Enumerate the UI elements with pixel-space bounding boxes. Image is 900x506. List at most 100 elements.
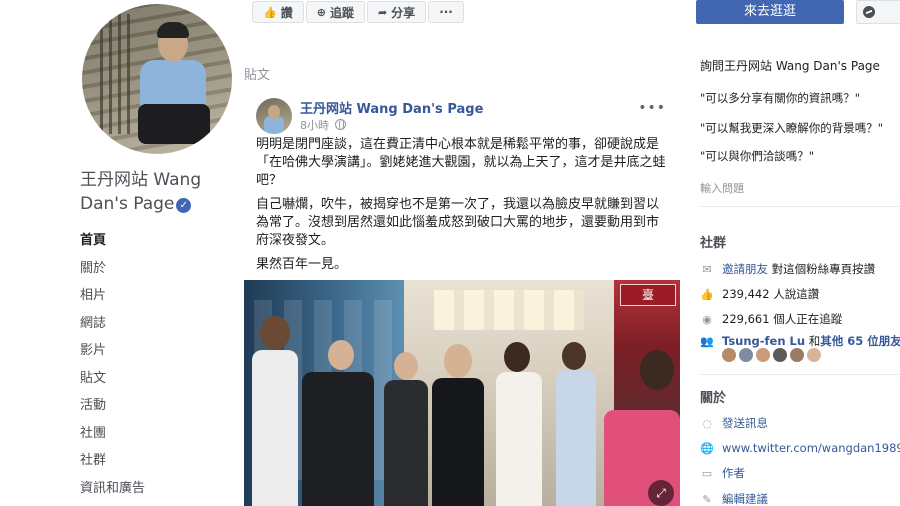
suggested-question[interactable]: "可以多分享有關你的資訊嗎？" [700, 90, 900, 106]
globe-icon [335, 119, 346, 130]
follows-row: ◉ 229,661 個人正在追蹤 [700, 310, 900, 328]
follows-count: 229,661 個人正在追蹤 [722, 312, 843, 326]
nav-item-about[interactable]: 關於 [80, 258, 230, 286]
follow-icon: ⊕ [316, 5, 326, 19]
nav-item-photos[interactable]: 相片 [80, 285, 230, 313]
post-author-name[interactable]: 王丹网站 Wang Dan's Page [300, 98, 483, 117]
friend-avatar[interactable] [807, 348, 821, 362]
more-icon: ··· [439, 5, 453, 19]
post-timestamp[interactable]: 8小時 [300, 117, 346, 133]
divider [700, 374, 900, 375]
share-button-label: 分享 [391, 5, 416, 20]
page-profile-picture[interactable] [82, 4, 232, 154]
website-link[interactable]: www.twitter.com/wangdan1989 [722, 441, 900, 455]
verified-badge-icon: ✓ [176, 198, 192, 213]
category-link[interactable]: 作者 [722, 465, 745, 481]
suggest-edit-link[interactable]: 編輯建議 [722, 491, 768, 506]
photo-railing [100, 14, 130, 134]
page-nav: 首頁 關於 相片 網誌 影片 貼文 活動 社團 社群 資訊和廣告 [80, 230, 230, 505]
pencil-icon: ✎ [702, 492, 712, 506]
friend-avatar[interactable] [773, 348, 787, 362]
ask-page-title: 詢問王丹网站 Wang Dan's Page [700, 59, 880, 73]
nav-item-posts[interactable]: 貼文 [80, 368, 230, 396]
nav-item-videos[interactable]: 影片 [80, 340, 230, 368]
post-paragraph: 果然百年一見。 [256, 257, 348, 272]
send-message-row: ◌ 發送訊息 [700, 414, 900, 432]
messenger-icon [863, 6, 875, 18]
photo-person-hair [157, 22, 189, 38]
post-photo[interactable]: 臺 ⤢ [244, 280, 680, 506]
friend-avatar[interactable] [756, 348, 770, 362]
right-column: 來去逛逛 詢問王丹网站 Wang Dan's Page "可以多分享有關你的資訊… [694, 0, 900, 506]
page-title[interactable]: 王丹网站 Wang Dan's Page ✓ [80, 168, 230, 216]
photo-person-head [444, 344, 472, 378]
about-heading: 關於 [700, 391, 727, 406]
photo-person-head [504, 342, 530, 372]
post-time-text: 8小時 [300, 119, 329, 132]
friend-name-link[interactable]: Tsung-fen Lu [722, 334, 805, 348]
main-column: 👍 讚 ⊕ 追蹤 ➦ 分享 ··· 貼文 王丹网站 Wang Dan's Pag… [244, 0, 680, 506]
send-message-link[interactable]: 發送訊息 [722, 415, 768, 431]
ask-question-input[interactable]: 輸入問題 [700, 180, 896, 196]
thumbs-up-icon: 👍 [700, 287, 714, 301]
other-friends-link[interactable]: 其他 65 位朋友 [820, 334, 900, 348]
photo-store-sign: 臺 [620, 284, 676, 306]
more-options-button[interactable]: ··· [428, 1, 464, 23]
friend-avatar[interactable] [739, 348, 753, 362]
share-button[interactable]: ➦ 分享 [366, 1, 427, 23]
post-author-avatar[interactable] [256, 98, 292, 134]
post-header: 王丹网站 Wang Dan's Page 8小時 ••• [256, 98, 676, 134]
photo-person [496, 372, 542, 506]
photo-person-legs [138, 104, 210, 144]
photo-person-head [394, 352, 418, 380]
invite-friends-link[interactable]: 邀請朋友 [722, 262, 768, 276]
follow-button-label: 追蹤 [329, 5, 354, 20]
nav-item-info-and-ads[interactable]: 資訊和廣告 [80, 478, 230, 506]
share-icon: ➦ [377, 5, 388, 19]
category-row: ▭ 作者 [700, 464, 900, 482]
post-options-icon[interactable]: ••• [638, 100, 666, 116]
post-paragraph: 明明是閉門座談，這在費正清中心根本就是稀鬆平常的事，卻硬說成是「在哈佛大學演講」… [256, 137, 666, 188]
friend-avatar[interactable] [722, 348, 736, 362]
nav-item-notes[interactable]: 網誌 [80, 313, 230, 341]
photo-person [252, 350, 298, 506]
website-row: 🌐 www.twitter.com/wangdan1989 [700, 439, 900, 457]
friend-avatars [722, 348, 821, 362]
like-button-label: 讚 [280, 5, 293, 20]
photo-person-head [640, 350, 674, 390]
suggested-question[interactable]: "可以幫我更深入瞭解你的背景嗎？" [700, 120, 900, 136]
photo-person [302, 372, 374, 506]
nav-item-groups[interactable]: 社團 [80, 423, 230, 451]
friend-avatar[interactable] [790, 348, 804, 362]
nav-item-community[interactable]: 社群 [80, 450, 230, 478]
invite-icon: ✉ [702, 262, 712, 276]
post-card: 王丹网站 Wang Dan's Page 8小時 ••• 明明是閉門座談，這在費… [244, 86, 680, 506]
expand-photo-icon[interactable]: ⤢ [648, 480, 674, 506]
category-icon: ▭ [701, 466, 713, 480]
suggest-edit-row: ✎ 編輯建議 [700, 490, 900, 506]
posts-section-label: 貼文 [244, 68, 271, 83]
suggested-question[interactable]: "可以與你們洽談嗎？" [700, 148, 900, 164]
like-button[interactable]: 👍 讚 [252, 1, 304, 23]
community-heading: 社群 [700, 236, 727, 251]
visit-shop-button[interactable]: 來去逛逛 [696, 0, 844, 24]
globe-icon: 🌐 [700, 441, 714, 455]
thumbs-up-icon: 👍 [263, 5, 277, 19]
photo-person-torso [140, 60, 206, 110]
photo-person [384, 380, 428, 506]
nav-item-events[interactable]: 活動 [80, 395, 230, 423]
divider [700, 206, 900, 207]
photo-person-head [562, 342, 586, 370]
photo-person-head [328, 340, 354, 370]
follow-button[interactable]: ⊕ 追蹤 [305, 1, 365, 23]
likes-row: 👍 239,442 人說這讚 [700, 285, 900, 303]
likes-count: 239,442 人說這讚 [722, 287, 820, 301]
photo-person-head [260, 316, 290, 350]
photo-person [556, 370, 596, 506]
post-text: 明明是閉門座談，這在費正清中心根本就是稀鬆平常的事，卻硬說成是「在哈佛大學演講」… [256, 136, 668, 280]
nav-item-home[interactable]: 首頁 [80, 230, 230, 258]
invite-friends-row: ✉ 邀請朋友 對這個粉絲專頁按讚 [700, 260, 900, 278]
send-message-button[interactable] [856, 0, 900, 24]
left-column: 王丹网站 Wang Dan's Page ✓ 首頁 關於 相片 網誌 影片 貼文 … [0, 0, 232, 506]
invite-friends-text: 對這個粉絲專頁按讚 [771, 262, 876, 276]
